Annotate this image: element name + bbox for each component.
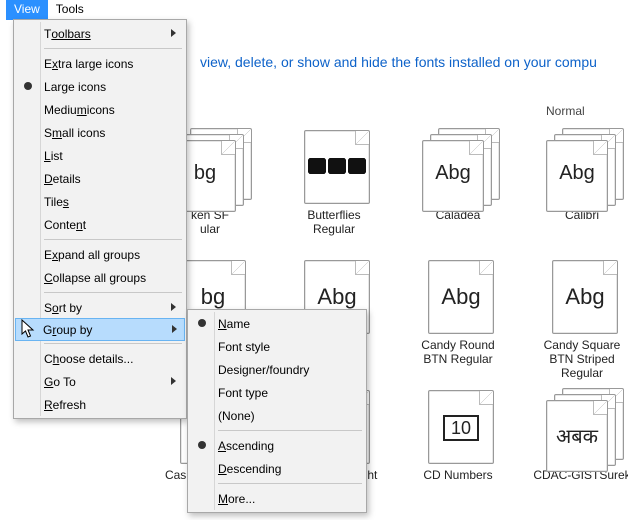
chevron-right-icon (172, 325, 177, 333)
chevron-right-icon (171, 303, 176, 311)
menu-extra-large-icons[interactable]: Exxtra large iconstra large icons (16, 52, 184, 75)
font-item[interactable]: Abg Candy RoundBTN Regular (398, 258, 518, 388)
font-thumb: Abg (540, 258, 624, 336)
submenu-more[interactable]: More... (190, 487, 364, 510)
font-sample: 10 (428, 414, 494, 441)
submenu-descending[interactable]: Descending (190, 457, 364, 480)
bullet-icon (198, 441, 206, 449)
menu-details[interactable]: Details (16, 167, 184, 190)
submenu-name[interactable]: Name (190, 312, 364, 335)
menu-toolbars[interactable]: Toolbars (16, 22, 184, 45)
font-thumb: Abg (540, 128, 624, 206)
bullet-icon (24, 82, 32, 90)
menu-go-to[interactable]: Go To (16, 370, 184, 393)
font-thumb: 10 (416, 388, 500, 466)
font-sample: Abg (422, 162, 484, 185)
group-header: Normal (546, 104, 585, 118)
menu-medium-icons[interactable]: Medium icons (16, 98, 184, 121)
menu-sort-by[interactable]: Sort by (16, 296, 184, 319)
font-caption: CD Numbers (423, 468, 492, 482)
font-caption: Candy SquareBTN StripedRegular (544, 338, 621, 380)
menubar: View Tools (0, 0, 628, 20)
font-sample: Abg (304, 284, 370, 310)
font-sample: bg (180, 284, 246, 310)
menu-list[interactable]: List (16, 144, 184, 167)
font-sample: Abg (428, 284, 494, 310)
menu-group-by[interactable]: Group by (15, 318, 185, 341)
font-item[interactable]: 10 CD Numbers (398, 388, 518, 518)
font-caption: ken SFular (191, 208, 229, 236)
submenu-font-type[interactable]: Font type (190, 381, 364, 404)
font-item[interactable]: AbgCalibri (522, 128, 628, 258)
menu-content[interactable]: Content (16, 213, 184, 236)
header-description: view, delete, or show and hide the fonts… (200, 54, 597, 70)
font-item[interactable]: AbgCaladea (398, 128, 518, 258)
font-thumb: अबक (540, 388, 624, 466)
menu-tiles[interactable]: Tiles (16, 190, 184, 213)
view-dropdown: Toolbars Exxtra large iconstra large ico… (13, 19, 187, 419)
font-sample: अबक (546, 422, 608, 449)
font-item[interactable]: अबकCDAC-GISTSurek (522, 388, 628, 518)
menu-tools[interactable]: Tools (48, 0, 92, 20)
submenu-ascending[interactable]: Ascending (190, 434, 364, 457)
menu-expand-all[interactable]: Expand all groups (16, 243, 184, 266)
font-thumb: Abg (416, 128, 500, 206)
menu-refresh[interactable]: Refresh (16, 393, 184, 416)
submenu-designer[interactable]: Designer/foundry (190, 358, 364, 381)
submenu-font-style[interactable]: Font style (190, 335, 364, 358)
font-sample: Abg (552, 284, 618, 310)
font-item[interactable]: Abg Candy SquareBTN StripedRegular (522, 258, 628, 388)
font-caption: Candy RoundBTN Regular (421, 338, 494, 366)
chevron-right-icon (171, 29, 176, 37)
menu-collapse-all[interactable]: Collapse all groups (16, 266, 184, 289)
menu-view[interactable]: View (6, 0, 48, 20)
font-thumb (292, 128, 376, 206)
cursor-icon (21, 319, 37, 339)
menu-large-icons[interactable]: Large icons (16, 75, 184, 98)
font-sample (304, 154, 370, 180)
chevron-right-icon (171, 377, 176, 385)
font-sample: Abg (546, 162, 608, 185)
font-item[interactable]: ButterfliesRegular (274, 128, 394, 258)
font-caption: ButterfliesRegular (307, 208, 360, 236)
menu-small-icons[interactable]: Small icons (16, 121, 184, 144)
bullet-icon (198, 319, 206, 327)
menu-choose-details[interactable]: Choose details... (16, 347, 184, 370)
group-by-submenu: Name Font style Designer/foundry Font ty… (187, 309, 367, 513)
font-thumb: Abg (416, 258, 500, 336)
submenu-none[interactable]: (None) (190, 404, 364, 427)
